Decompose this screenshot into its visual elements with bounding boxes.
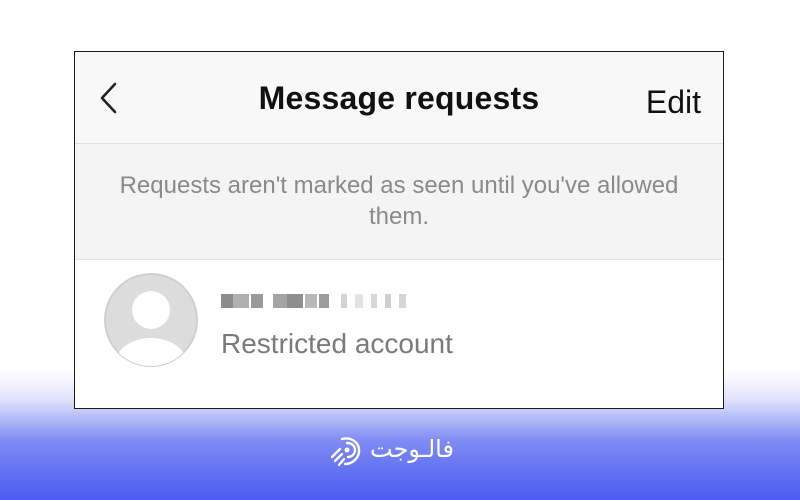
rocket-logo-icon [330, 437, 361, 467]
watermark-logo: فالـوجت [328, 433, 468, 473]
nav-header: Message requests Edit [75, 52, 723, 144]
message-requests-screen: Message requests Edit Requests aren't ma… [74, 51, 724, 409]
requests-notice: Requests aren't marked as seen until you… [75, 144, 723, 260]
default-avatar-icon [104, 273, 198, 367]
page-title: Message requests [258, 80, 540, 116]
notice-text: Requests aren't marked as seen until you… [119, 172, 679, 230]
request-status: Restricted account [221, 328, 453, 359]
request-list-item[interactable]: Restricted account [75, 260, 723, 408]
brand-name: فالـوجت [370, 435, 454, 463]
username-blurred [221, 294, 421, 314]
edit-button[interactable]: Edit [646, 84, 701, 121]
